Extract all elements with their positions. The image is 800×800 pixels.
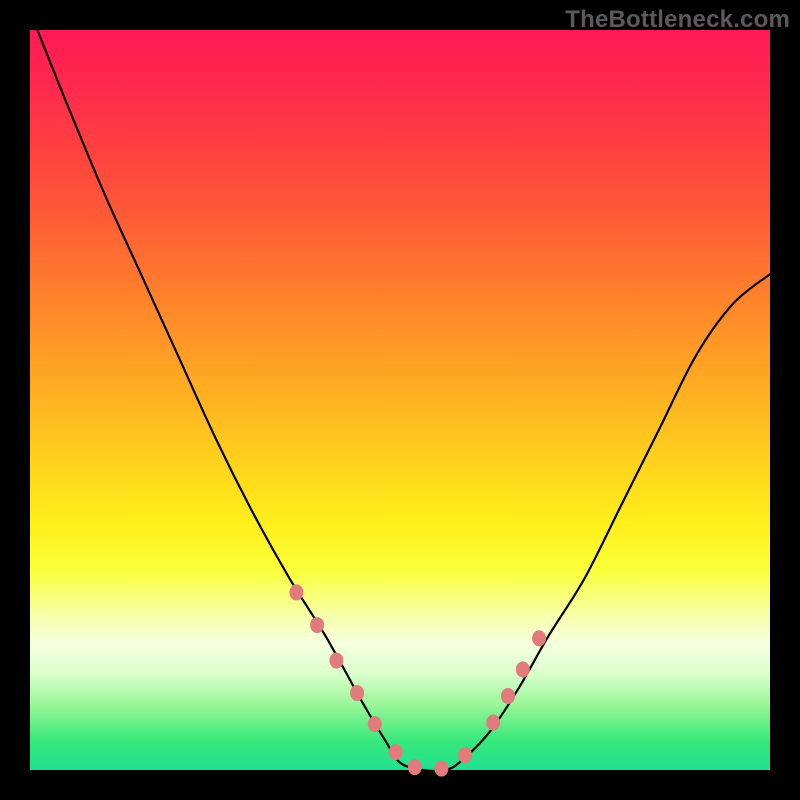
highlight-marker <box>289 584 303 600</box>
highlight-marker <box>329 652 343 668</box>
highlight-marker <box>350 685 364 701</box>
highlight-marker <box>368 716 382 732</box>
highlight-marker <box>434 760 448 776</box>
highlight-marker <box>486 715 500 731</box>
highlight-marker <box>408 759 422 775</box>
highlight-marker <box>310 617 324 633</box>
bottleneck-curve <box>37 30 770 771</box>
chart-stage: TheBottleneck.com <box>0 0 800 800</box>
watermark-text: TheBottleneck.com <box>565 6 790 34</box>
highlight-marker <box>532 630 546 646</box>
marker-group <box>289 584 546 776</box>
highlight-marker <box>501 688 515 704</box>
highlight-marker <box>458 747 472 763</box>
highlight-marker <box>389 744 403 760</box>
highlight-marker <box>516 661 530 677</box>
curve-layer <box>30 30 770 770</box>
